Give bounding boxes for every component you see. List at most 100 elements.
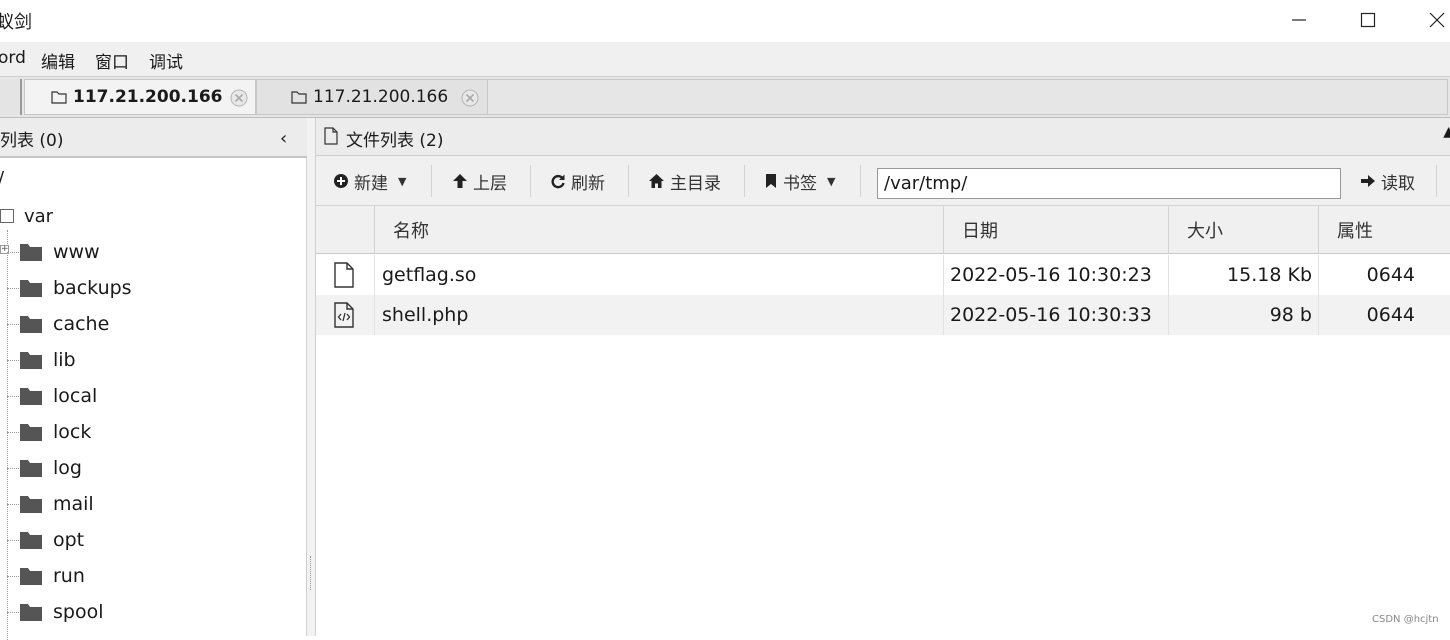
plus-circle-icon — [334, 174, 348, 188]
file-icon — [332, 255, 356, 295]
tree-folder-label: lock — [53, 421, 92, 443]
tree-folder-label: cache — [53, 313, 110, 335]
title-bar: 蚁剑 — [0, 0, 1450, 42]
file-size: 15.18 Kb — [1227, 264, 1312, 286]
close-icon — [1429, 12, 1445, 28]
toolbar-separator — [860, 165, 861, 197]
new-button-label: 新建 — [354, 173, 388, 194]
toolbar-separator — [1436, 165, 1437, 197]
tree-folder-label: www — [53, 241, 100, 263]
directory-panel: 列表 (0) ‹ / var + wwwbackupscacheliblocal… — [0, 118, 307, 640]
tree-folder-label: run — [53, 565, 85, 587]
maximize-icon — [1360, 12, 1376, 28]
tree-folder-item[interactable]: lock — [0, 418, 91, 446]
bookmark-button-label: 书签 — [783, 173, 817, 194]
column-separator — [943, 295, 944, 335]
tree-folder-item[interactable]: log — [0, 454, 82, 482]
tree-folder-label: log — [53, 457, 82, 479]
column-header-name[interactable]: 名称 — [374, 206, 943, 254]
menu-item-debug[interactable]: 调试 — [149, 48, 183, 73]
home-button[interactable]: 主目录 — [648, 168, 721, 194]
tab-bar: 117.21.200.166 117.21.200.166 — [0, 76, 1450, 118]
folder-icon — [20, 496, 42, 513]
splitter-grip[interactable] — [310, 556, 312, 590]
tab-home-stub[interactable] — [0, 79, 22, 115]
file-panel: 文件列表 (2) ▲ 新建 ▼ 上层 刷新 主目录 书签 ▼ /var/tmp/… — [316, 118, 1450, 636]
panel-splitter[interactable] — [307, 118, 316, 636]
folder-outline-icon — [291, 91, 307, 104]
path-input[interactable] — [877, 168, 1341, 199]
menu-item-edit[interactable]: 编辑 — [41, 48, 75, 73]
tree-folder-label: lib — [53, 349, 76, 371]
read-button-label: 读取 — [1381, 173, 1415, 194]
minimize-button[interactable] — [1276, 0, 1322, 40]
toolbar-separator — [628, 165, 629, 197]
tab-label: 117.21.200.166 — [313, 87, 449, 107]
tree-folder-item[interactable]: backups — [0, 274, 132, 302]
file-date: 2022-05-16 10:30:23 — [950, 264, 1152, 286]
tree-folder-item[interactable]: mail — [0, 490, 94, 518]
file-list-icon — [324, 127, 338, 145]
file-toolbar: 新建 ▼ 上层 刷新 主目录 书签 ▼ 读取 — [316, 156, 1450, 206]
minimize-icon — [1292, 19, 1306, 21]
dropdown-caret-icon: ▼ — [827, 174, 836, 188]
folder-icon — [20, 460, 42, 477]
toolbar-separator — [530, 165, 531, 197]
tab-close-icon[interactable] — [229, 88, 249, 108]
directory-panel-header: 列表 (0) ‹ — [0, 118, 307, 158]
directory-panel-title: 列表 (0) — [0, 131, 64, 151]
collapse-icon[interactable]: ‹ — [280, 128, 287, 149]
menu-item-window[interactable]: 窗口 — [95, 48, 129, 73]
new-button[interactable]: 新建 ▼ — [333, 168, 406, 194]
arrow-right-icon — [1361, 175, 1375, 187]
file-size: 98 b — [1269, 304, 1312, 326]
tree-folder-item[interactable]: cache — [0, 310, 109, 338]
tab-session[interactable]: 117.21.200.166 — [256, 79, 488, 115]
column-separator — [943, 255, 944, 295]
bookmark-button[interactable]: 书签 ▼ — [764, 168, 835, 194]
arrow-up-icon — [453, 174, 467, 188]
read-button[interactable]: 读取 — [1360, 168, 1415, 194]
tree-folder-item[interactable]: www — [0, 238, 100, 266]
maximize-button[interactable] — [1345, 0, 1391, 40]
panel-arrow-icon[interactable]: ▲ — [1443, 124, 1450, 140]
up-button[interactable]: 上层 — [452, 168, 507, 194]
folder-icon — [20, 532, 42, 549]
tree-folder-item[interactable]: lib — [0, 346, 76, 374]
tab-close-icon[interactable] — [460, 88, 480, 108]
tree-node-var[interactable]: var — [0, 204, 53, 228]
file-panel-title: 文件列表 (2) — [346, 131, 444, 151]
folder-open-icon — [0, 209, 14, 223]
file-date: 2022-05-16 10:30:33 — [950, 304, 1152, 326]
toolbar-separator — [744, 165, 745, 197]
folder-icon — [20, 388, 42, 405]
refresh-button-label: 刷新 — [571, 173, 605, 194]
table-row[interactable]: getflag.so 2022-05-16 10:30:23 15.18 Kb 064… — [316, 255, 1450, 295]
refresh-button[interactable]: 刷新 — [550, 168, 605, 194]
file-table-header: 名称 日期 大小 属性 — [316, 206, 1450, 254]
close-button[interactable] — [1414, 0, 1450, 40]
dropdown-caret-icon: ▼ — [398, 174, 407, 188]
tree-folder-label: mail — [53, 493, 94, 515]
table-row[interactable]: shell.php 2022-05-16 10:30:33 98 b 0644 — [316, 295, 1450, 335]
watermark: CSDN @hcjtn — [1372, 614, 1439, 625]
tree-folder-item[interactable]: local — [0, 382, 97, 410]
column-separator — [374, 255, 375, 295]
tree-node-label: var — [24, 205, 54, 227]
file-permissions: 0644 — [1366, 264, 1415, 286]
folder-icon — [20, 316, 42, 333]
toolbar-separator — [431, 165, 432, 197]
tree-folder-item[interactable]: opt — [0, 526, 84, 554]
folder-icon — [20, 604, 42, 621]
tree-root[interactable]: / — [0, 168, 4, 189]
menu-bar: ord 编辑 窗口 调试 — [0, 42, 1450, 76]
tab-session-active[interactable]: 117.21.200.166 — [24, 79, 256, 115]
column-header-size[interactable]: 大小 — [1168, 206, 1318, 254]
column-header-date[interactable]: 日期 — [943, 206, 1168, 254]
tree-folder-item[interactable]: run — [0, 562, 85, 590]
tree-folder-item[interactable]: spool — [0, 598, 104, 626]
refresh-icon — [551, 174, 565, 189]
menu-item-record[interactable]: ord — [0, 48, 26, 68]
home-icon — [649, 174, 664, 188]
column-header-perm[interactable]: 属性 — [1318, 206, 1450, 254]
